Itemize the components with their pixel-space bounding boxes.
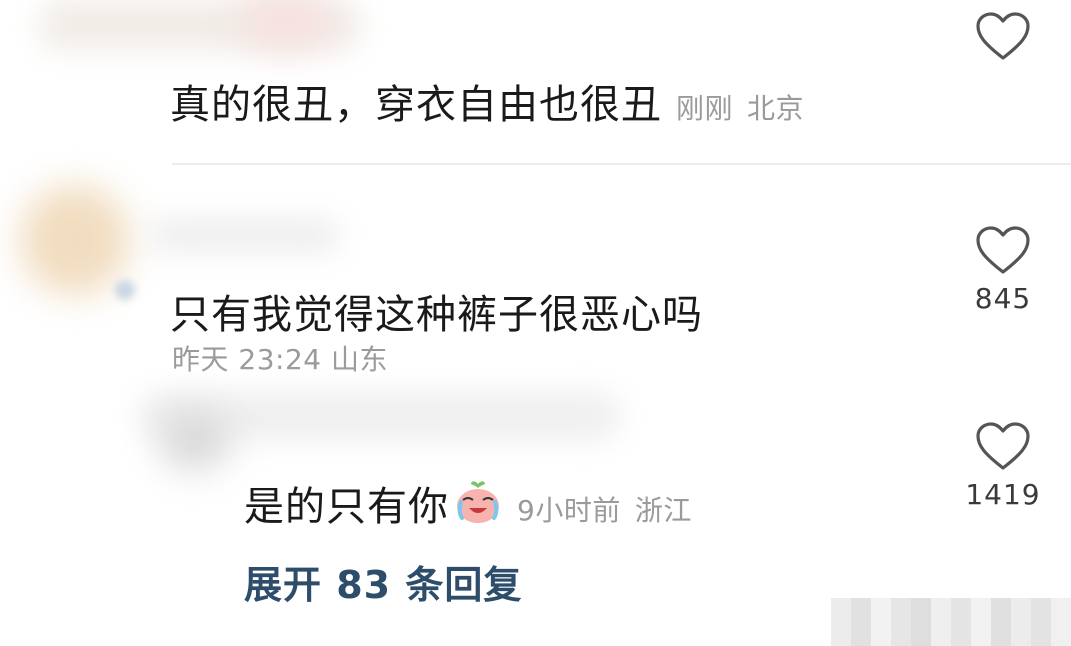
comment-1-location: 北京: [747, 92, 805, 125]
comment-1-body: 真的很丑，穿衣自由也很丑: [170, 82, 662, 128]
heart-icon[interactable]: [975, 12, 1031, 62]
blurred-badge: [115, 280, 135, 300]
avatar: [160, 410, 230, 470]
crying-laughing-emoji-icon: [453, 476, 503, 536]
comment-thread: 真的很丑，穿衣自由也很丑 刚刚 北京 只有我觉得这种裤子很恶心吗 昨天 23:24 …: [0, 0, 1071, 646]
reply-time: 9小时前: [517, 494, 621, 527]
pixelated-watermark: [831, 598, 1071, 646]
comment-2-meta: 昨天 23:24 山东: [172, 343, 388, 376]
avatar: [20, 185, 130, 295]
blurred-username: [150, 218, 340, 252]
comment-2-like-count: 845: [974, 282, 1032, 315]
comment-1-like[interactable]: [963, 12, 1043, 68]
comment-2-like[interactable]: 845: [963, 226, 1043, 315]
reply-text: 是的只有你 9小时前 浙江: [244, 474, 692, 536]
reply-location: 浙江: [634, 494, 692, 527]
heart-icon[interactable]: [975, 422, 1031, 472]
comment-1-text: 真的很丑，穿衣自由也很丑 刚刚 北京: [170, 72, 804, 130]
heart-icon[interactable]: [975, 226, 1031, 276]
comment-2-text: 只有我觉得这种裤子很恶心吗: [170, 292, 703, 338]
reply-body: 是的只有你: [244, 484, 449, 530]
reply-like-count: 1419: [965, 478, 1041, 511]
comment-1-time: 刚刚: [676, 92, 734, 125]
expand-replies-link[interactable]: 展开 83 条回复: [244, 554, 522, 609]
divider: [172, 163, 1071, 165]
reply-like[interactable]: 1419: [963, 422, 1043, 511]
